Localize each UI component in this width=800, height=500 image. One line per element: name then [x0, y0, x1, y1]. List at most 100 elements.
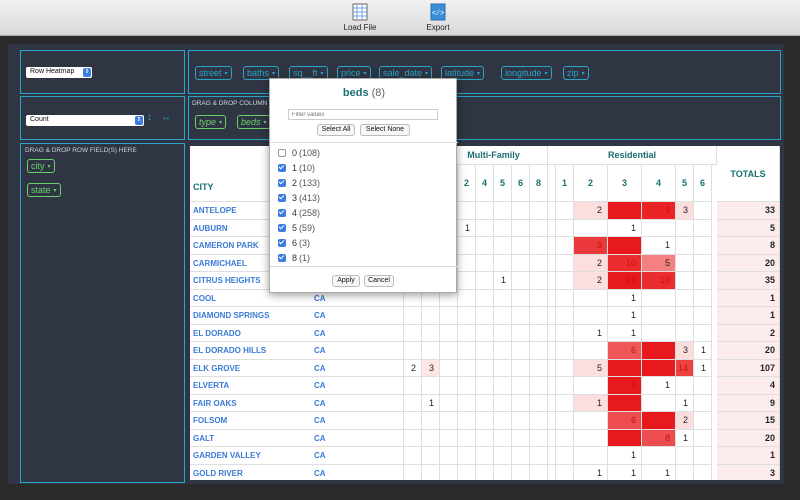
renderer-select[interactable]: Row Heatmap ⇕ [26, 67, 92, 78]
table-cell [556, 377, 574, 395]
table-cell [548, 202, 556, 220]
table-cell [642, 447, 676, 465]
col-field-pill-type[interactable]: type ▾ [195, 115, 227, 129]
table-cell: 3 [676, 202, 694, 220]
table-cell [694, 237, 712, 255]
table-cell [642, 324, 676, 342]
table-row: EL DORADO HILLS CA 6 3 1 20 [190, 342, 780, 360]
checkbox[interactable] [278, 194, 286, 202]
export-button[interactable]: </> Export [408, 3, 468, 32]
table-row: GARDEN VALLEY CA 1 1 [190, 447, 780, 465]
table-row-city[interactable]: EL DORADO [190, 325, 312, 342]
filter-value-row[interactable]: 1 (10) [278, 162, 315, 174]
table-cell [574, 219, 608, 237]
table-row-city[interactable]: EL DORADO HILLS [190, 342, 312, 360]
table-cell [440, 342, 458, 360]
col-sort-icon[interactable]: ↔ [161, 112, 171, 123]
table-row-city[interactable]: GARDEN VALLEY [190, 447, 312, 465]
table-row-city[interactable]: DIAMOND SPRINGS [190, 307, 312, 325]
table-cell: 1 [676, 394, 694, 412]
table-cell [694, 447, 712, 465]
filter-values-input[interactable] [288, 109, 438, 120]
table-cell [694, 464, 712, 480]
checkbox[interactable] [278, 209, 286, 217]
checkbox[interactable] [278, 254, 286, 262]
table-cell [556, 202, 574, 220]
table-cell [458, 307, 476, 325]
table-cell: 1 [574, 324, 608, 342]
field-pill-longitude[interactable]: longitude ▾ [501, 66, 552, 80]
filter-value-row[interactable]: 4 (258) [278, 207, 320, 219]
table-cell [422, 377, 440, 395]
checkbox[interactable] [278, 179, 286, 187]
table-cell [440, 447, 458, 465]
row-field-pill-city[interactable]: city ▾ [27, 159, 55, 173]
chevron-down-icon: ▾ [53, 188, 57, 194]
table-row-city[interactable]: FAIR OAKS [190, 395, 312, 412]
row-sort-icon[interactable]: ↕ [147, 112, 152, 123]
table-cell [548, 429, 556, 447]
checkbox[interactable] [278, 239, 286, 247]
aggregator-select[interactable]: Count ⇕ [26, 115, 144, 126]
table-cell [694, 202, 712, 220]
field-pill-label: zip [567, 68, 579, 78]
table-cell [694, 394, 712, 412]
table-cell [548, 464, 556, 480]
table-cell: 1 [608, 289, 642, 307]
field-pill-street[interactable]: street ▾ [195, 66, 232, 80]
table-row-city[interactable]: ELK GROVE [190, 360, 312, 377]
select-arrow-icon: ⇕ [83, 68, 91, 77]
table-cell [642, 412, 676, 430]
filter-value-row[interactable]: 8 (1) [278, 252, 310, 264]
checkbox[interactable] [278, 164, 286, 172]
select-all-button[interactable]: Select All [317, 124, 355, 136]
table-cell: 1 [694, 359, 712, 377]
filter-value-row[interactable]: 3 (413) [278, 192, 320, 204]
chevron-down-icon: ▾ [219, 120, 223, 126]
select-none-button[interactable]: Select None [360, 124, 410, 136]
spreadsheet-icon [352, 3, 368, 21]
table-cell [548, 307, 556, 325]
table-row-total: 20 [717, 342, 780, 360]
table-cell [476, 412, 494, 430]
filter-value-row[interactable]: 5 (59) [278, 222, 315, 234]
load-file-button[interactable]: Load File [330, 3, 390, 32]
table-cell [494, 219, 512, 237]
filter-value-row[interactable]: 2 (133) [278, 177, 320, 189]
table-row-city[interactable]: GOLD RIVER [190, 465, 312, 481]
beds-header: 6 [694, 165, 712, 202]
table-row-city[interactable]: ELVERTA [190, 377, 312, 395]
table-row-city[interactable]: FOLSOM [190, 412, 312, 430]
table-cell [494, 237, 512, 255]
table-cell [556, 394, 574, 412]
table-row: EL DORADO CA 1 1 2 [190, 324, 780, 342]
table-cell: 10 [608, 254, 642, 272]
table-cell [476, 237, 494, 255]
table-row-total: 2 [717, 324, 780, 342]
table-cell [512, 219, 530, 237]
table-cell [530, 464, 548, 480]
table-cell: 1 [608, 447, 642, 465]
table-cell [422, 307, 440, 325]
field-pill-zip[interactable]: zip ▾ [563, 66, 589, 80]
checkbox[interactable] [278, 224, 286, 232]
filter-value-row[interactable]: 6 (3) [278, 237, 310, 249]
row-field-pill-state[interactable]: state ▾ [27, 183, 61, 197]
col-field-pill-beds[interactable]: beds ▾ [237, 115, 271, 129]
table-cell [458, 272, 476, 290]
table-row-city[interactable]: GALT [190, 430, 312, 447]
table-cell: 8 [642, 429, 676, 447]
table-cell [512, 254, 530, 272]
table-cell: 1 [676, 429, 694, 447]
table-cell [512, 464, 530, 480]
cancel-button[interactable]: Cancel [364, 275, 394, 287]
table-row-total: 4 [717, 377, 780, 395]
table-cell: 5 [642, 254, 676, 272]
checkbox[interactable] [278, 149, 286, 157]
filter-value-label: 1 [292, 163, 298, 173]
svg-text:</>: </> [432, 10, 445, 18]
apply-button[interactable]: Apply [332, 275, 360, 287]
table-cell [574, 342, 608, 360]
filter-value-row[interactable]: 0 (108) [278, 147, 320, 159]
popup-field-name: beds [342, 87, 369, 99]
